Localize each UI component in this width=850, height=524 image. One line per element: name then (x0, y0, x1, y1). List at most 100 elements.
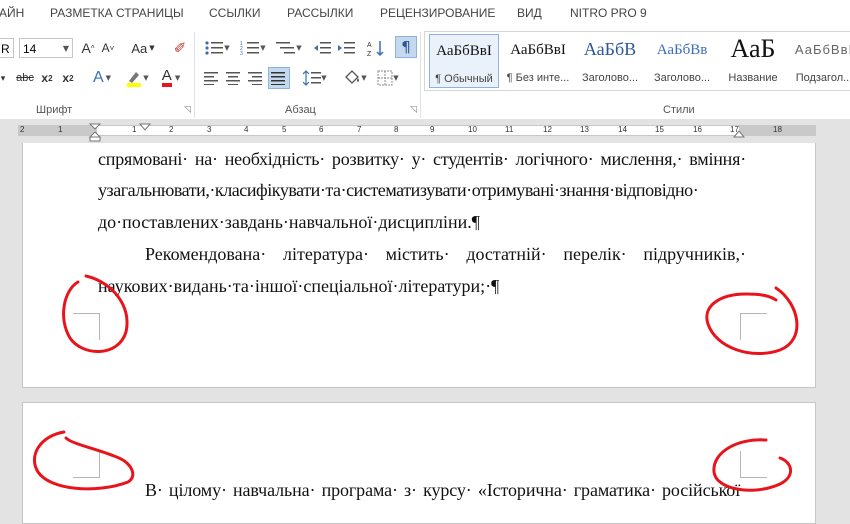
strikethrough-button[interactable]: abc (12, 69, 38, 87)
ruler-tick-label: 3 (207, 125, 212, 134)
styles-group-label: Стили (663, 104, 695, 116)
ruler-tick-label: 7 (357, 125, 362, 134)
ribbon: R 14 ▼ A ^ A ˅ Aa ▼ ✐ ▾ abc x2 x2 A ▼ ▼ A ▼ … (0, 27, 850, 120)
document-page[interactable] (22, 402, 816, 524)
tab-view[interactable]: ВИД (517, 6, 542, 20)
align-right-icon (248, 72, 262, 85)
font-color-button[interactable]: A ▼ (156, 67, 186, 89)
chevron-down-icon[interactable]: ▼ (63, 39, 69, 59)
subscript-button[interactable]: x2 (39, 69, 55, 87)
ruler-tick-label: 14 (618, 125, 627, 134)
tab-references[interactable]: ССЫЛКИ (209, 6, 260, 20)
tab-mailings[interactable]: РАССЫЛКИ (287, 6, 353, 20)
svg-text:Z: Z (367, 51, 372, 57)
ruler-bar: 2 1 1 2 3 4 5 6 7 8 9 10 11 12 13 14 15 … (18, 125, 816, 136)
ruler-tick-label: 9 (430, 125, 435, 134)
justify-icon (271, 72, 285, 85)
ruler-tick-label: 13 (580, 125, 589, 134)
text-line[interactable]: до·поставлених·завдань·навчальної·дисцип… (98, 212, 746, 233)
style-title[interactable]: АаБ Название (718, 34, 788, 88)
increase-indent-button[interactable] (336, 38, 356, 58)
ruler-tick-label: 5 (282, 125, 287, 134)
ruler-tick-label: 10 (468, 125, 477, 134)
crop-mark-bottom-left (73, 313, 100, 340)
line-spacing-button[interactable]: ▼ (300, 69, 330, 87)
tab-nitro-pro[interactable]: NITRO PRO 9 (570, 6, 647, 20)
pilcrow-icon: ¶ (401, 38, 411, 56)
small-dropdown-icon[interactable]: ▾ (0, 69, 8, 87)
grow-font-button[interactable]: A ^ (79, 39, 97, 57)
group-separator (420, 32, 421, 118)
font-size-value: 14 (23, 42, 37, 56)
show-formatting-marks-button[interactable]: ¶ (395, 36, 417, 58)
group-separator (194, 32, 195, 118)
ruler-tick-label: 6 (319, 125, 324, 134)
font-dialog-launcher-icon[interactable]: ◹ (184, 105, 191, 115)
line-spacing-icon (303, 70, 322, 86)
tab-page-layout[interactable]: РАЗМЕТКА СТРАНИЦЫ (50, 6, 184, 20)
align-right-button[interactable] (247, 69, 265, 87)
right-indent-icon[interactable] (733, 129, 745, 139)
crop-mark-bottom-right (740, 313, 767, 340)
styles-gallery: АаБбВвІ ¶ Обычный АаБбВвІ ¶ Без инте... … (424, 31, 850, 91)
style-normal[interactable]: АаБбВвІ ¶ Обычный (429, 34, 499, 88)
font-group-label: Шрифт (36, 104, 73, 116)
increase-indent-icon (338, 42, 355, 54)
text-effects-button[interactable]: A ▼ (88, 67, 116, 89)
style-no-spacing[interactable]: АаБбВвІ ¶ Без инте... (503, 34, 573, 88)
align-center-icon (226, 72, 240, 85)
first-line-indent-icon[interactable] (139, 123, 151, 133)
style-subtitle[interactable]: АаБбВвІ Подзагол... (789, 34, 850, 88)
superscript-button[interactable]: x2 (60, 69, 76, 87)
text-line[interactable]: узагальнювати,·класифікувати·та·системат… (98, 180, 746, 201)
multilevel-list-button[interactable]: ▼ (274, 38, 304, 58)
ruler-tick-label: 2 (20, 125, 25, 134)
ruler-tick-label: 16 (693, 125, 702, 134)
style-heading-2[interactable]: АаБбВв Заголово... (647, 34, 717, 88)
numbering-button[interactable]: 123 ▼ (238, 38, 268, 58)
text-line[interactable]: В· цілому· навчальна· програма· з· курсу… (145, 480, 746, 501)
tab-review[interactable]: РЕЦЕНЗИРОВАНИЕ (380, 6, 495, 20)
bullets-button[interactable]: ▼ (202, 38, 232, 58)
tab-insert[interactable]: АЙН (0, 6, 24, 20)
indent-markers-icon[interactable] (88, 123, 102, 143)
ruler-tick-label: 15 (655, 125, 664, 134)
text-line[interactable]: спрямовані· на· необхідність· розвитку· … (98, 149, 746, 170)
clear-formatting-icon[interactable]: ✐ (170, 38, 190, 58)
sort-button[interactable]: AZ (366, 38, 386, 58)
text-line[interactable]: наукових·видань·та·іншої·спеціальної·літ… (98, 276, 746, 297)
change-case-button[interactable]: Aa ▼ (128, 39, 158, 57)
ruler-tick-label: 4 (244, 125, 249, 134)
shrink-font-button[interactable]: A ˅ (99, 39, 117, 57)
align-center-button[interactable] (225, 69, 243, 87)
highlighter-icon (127, 72, 142, 87)
align-left-icon (204, 72, 218, 85)
svg-text:3: 3 (240, 51, 243, 56)
justify-button[interactable] (268, 67, 290, 89)
ruler-tick-label: 8 (394, 125, 399, 134)
ruler-tick-label: 1 (132, 125, 137, 134)
style-heading-1[interactable]: АаБбВ Заголово... (575, 34, 645, 88)
crop-mark-top-left (73, 451, 100, 478)
shading-button[interactable]: ▼ (340, 67, 370, 89)
borders-button[interactable]: ▼ (374, 69, 402, 87)
font-size-field[interactable]: 14 ▼ (19, 38, 73, 58)
multilevel-list-icon (276, 42, 296, 54)
ruler-tick-label: 2 (169, 125, 174, 134)
align-left-button[interactable] (203, 69, 221, 87)
sort-az-icon: AZ (367, 41, 384, 57)
decrease-indent-button[interactable] (312, 38, 332, 58)
paragraph-dialog-launcher-icon[interactable]: ◹ (410, 105, 417, 115)
horizontal-ruler[interactable]: 2 1 1 2 3 4 5 6 7 8 9 10 11 12 13 14 15 … (0, 119, 850, 143)
ruler-tick-label: 11 (505, 125, 514, 134)
text-line[interactable]: Рекомендована· література· містить· дост… (145, 244, 746, 265)
numbered-list-icon: 123 (240, 41, 260, 56)
svg-text:A: A (367, 42, 372, 49)
paragraph-group-label: Абзац (285, 104, 316, 116)
font-name-field[interactable]: R (0, 38, 14, 58)
bullet-list-icon (205, 41, 224, 55)
ruler-tick-label: 18 (773, 125, 782, 134)
borders-icon (377, 70, 393, 86)
decrease-indent-icon (314, 42, 331, 54)
highlight-color-button[interactable]: ▼ (122, 67, 152, 89)
